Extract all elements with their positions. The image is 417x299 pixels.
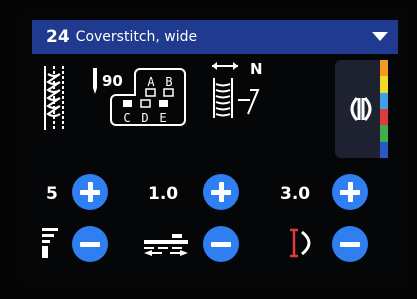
position-label-a: A xyxy=(147,75,155,89)
presser-foot-letter: N xyxy=(250,60,263,78)
chevron-down-icon[interactable] xyxy=(372,32,388,41)
stitch-length-value: 1.0 xyxy=(148,184,179,204)
thread-color-strip xyxy=(380,60,388,158)
minus-icon xyxy=(340,241,360,247)
stitch-width-decrease-button[interactable] xyxy=(72,226,108,262)
color-segment xyxy=(380,92,388,109)
position-label-d: D xyxy=(141,111,148,125)
thread-tension-value: 3.0 xyxy=(280,184,311,204)
color-segment xyxy=(380,76,388,93)
presser-foot-pair-icon xyxy=(350,96,372,122)
thread-tension-icon xyxy=(290,228,311,258)
thread-tension-increase-button[interactable] xyxy=(332,174,368,210)
minus-icon xyxy=(211,241,231,247)
thread-tension-decrease-button[interactable] xyxy=(332,226,368,262)
stitch-width-increase-button[interactable] xyxy=(72,174,108,210)
position-label-e: E xyxy=(159,111,166,125)
color-segment xyxy=(380,60,388,77)
position-label-c: C xyxy=(123,111,130,125)
stitch-width-icon xyxy=(42,228,58,258)
stitch-name: Coverstitch, wide xyxy=(75,29,198,45)
stitch-length-decrease-button[interactable] xyxy=(203,226,239,262)
color-segment xyxy=(380,141,388,158)
stitch-selector-header[interactable]: 24 Coverstitch, wide xyxy=(32,20,398,54)
needle-icon xyxy=(93,68,97,94)
stitch-length-icon xyxy=(144,234,188,256)
stitch-preview-icon xyxy=(44,66,64,130)
color-segment xyxy=(380,125,388,142)
minus-icon xyxy=(80,241,100,247)
sewing-screen: 24 Coverstitch, wide 90 A B C D E N 5 1.… xyxy=(22,12,406,284)
stitch-width-foot-icon: N xyxy=(212,60,263,118)
stitch-number: 24 xyxy=(46,27,70,47)
position-label-b: B xyxy=(165,75,172,89)
needle-position-diagram-icon: A B C D E xyxy=(110,68,186,126)
stitch-length-increase-button[interactable] xyxy=(203,174,239,210)
color-segment xyxy=(380,108,388,126)
stitch-width-value: 5 xyxy=(46,184,58,204)
